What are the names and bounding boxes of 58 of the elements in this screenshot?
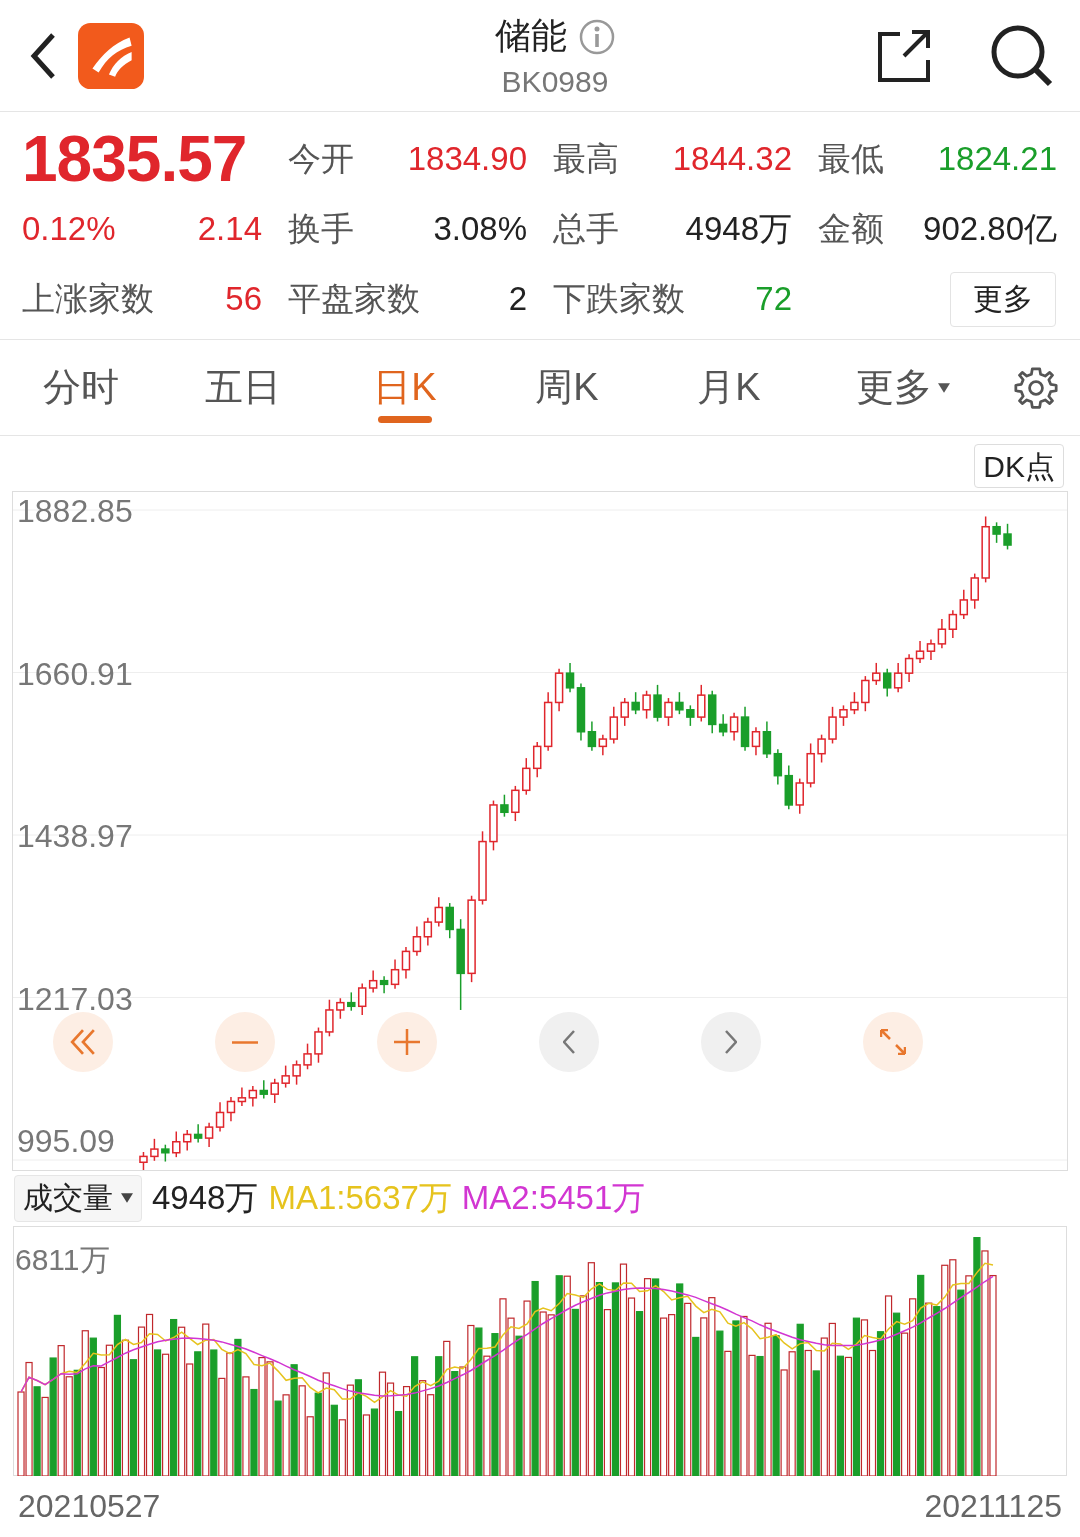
fullscreen-button[interactable] bbox=[863, 1012, 923, 1072]
axis-label: 6811万 bbox=[15, 1242, 110, 1278]
date-label: 20210527 bbox=[18, 1488, 161, 1525]
date-label: 20211125 bbox=[924, 1488, 1062, 1525]
page-title: 储能 bbox=[495, 14, 567, 58]
period-tab[interactable]: 分时 bbox=[0, 340, 162, 435]
chevron-left-icon bbox=[563, 1030, 575, 1054]
stat-label: 平盘家数 bbox=[288, 278, 420, 319]
more-button[interactable]: 更多 bbox=[950, 271, 1056, 327]
axis-label: 1660.91 bbox=[17, 655, 133, 692]
axis-label: 1438.97 bbox=[17, 818, 133, 854]
stat-value: 902.80亿 bbox=[923, 208, 1057, 249]
settings-icon[interactable] bbox=[1014, 365, 1058, 410]
stat-label: 换手 bbox=[288, 208, 354, 249]
stat-label: 今开 bbox=[288, 138, 354, 179]
axis-label: 1882.85 bbox=[17, 493, 133, 529]
last-price: 1835.57 bbox=[22, 122, 247, 196]
stat-label: 下跌家数 bbox=[553, 278, 685, 319]
stat-label: 最高 bbox=[553, 138, 619, 179]
stat-value: 2 bbox=[508, 280, 527, 318]
period-tab[interactable]: 周K bbox=[486, 340, 648, 435]
stat-value: 1844.32 bbox=[672, 140, 792, 178]
sector-code: BK0989 bbox=[501, 65, 609, 99]
change-percent: 0.12% bbox=[22, 210, 116, 248]
expand-icon bbox=[880, 1029, 906, 1055]
stat-label: 上涨家数 bbox=[22, 278, 154, 319]
chevron-right-icon bbox=[725, 1030, 737, 1054]
share-icon[interactable] bbox=[876, 27, 932, 84]
period-tab[interactable]: 五日 bbox=[162, 340, 324, 435]
moving-average-value: MA1:5637万 bbox=[268, 1177, 452, 1218]
stat-value: 56 bbox=[225, 280, 262, 318]
info-icon[interactable] bbox=[579, 18, 615, 55]
indicator-dropdown[interactable]: 成交量 bbox=[14, 1174, 142, 1222]
stat-value: 4948万 bbox=[685, 208, 792, 249]
change-amount: 2.14 bbox=[197, 210, 262, 248]
dk-button[interactable]: DK点 bbox=[974, 444, 1064, 488]
minus-icon bbox=[232, 1040, 258, 1044]
stat-label: 最低 bbox=[818, 138, 884, 179]
zoom-in-button[interactable] bbox=[377, 1012, 437, 1072]
caret-icon bbox=[121, 1193, 133, 1203]
search-icon[interactable] bbox=[990, 23, 1054, 88]
axis-label: 995.09 bbox=[17, 1123, 115, 1159]
double-chevron-left-icon bbox=[70, 1029, 96, 1055]
stat-value: 3.08% bbox=[433, 210, 527, 248]
moving-average-value: MA2:5451万 bbox=[461, 1177, 646, 1218]
volume-value: 4948万 bbox=[152, 1177, 259, 1218]
plus-icon bbox=[394, 1029, 420, 1055]
stat-value: 1824.21 bbox=[937, 140, 1057, 178]
axis-label: 1217.03 bbox=[17, 980, 133, 1017]
more-tab[interactable]: 更多 bbox=[810, 340, 996, 435]
stat-label: 总手 bbox=[553, 208, 619, 249]
stat-label: 金额 bbox=[818, 208, 884, 249]
caret-icon bbox=[938, 382, 950, 393]
period-tab[interactable]: 月K bbox=[648, 340, 810, 435]
app-logo-icon bbox=[78, 22, 144, 89]
stat-value: 72 bbox=[755, 280, 792, 318]
rewind-button[interactable] bbox=[53, 1012, 113, 1072]
stat-value: 1834.90 bbox=[407, 140, 527, 178]
